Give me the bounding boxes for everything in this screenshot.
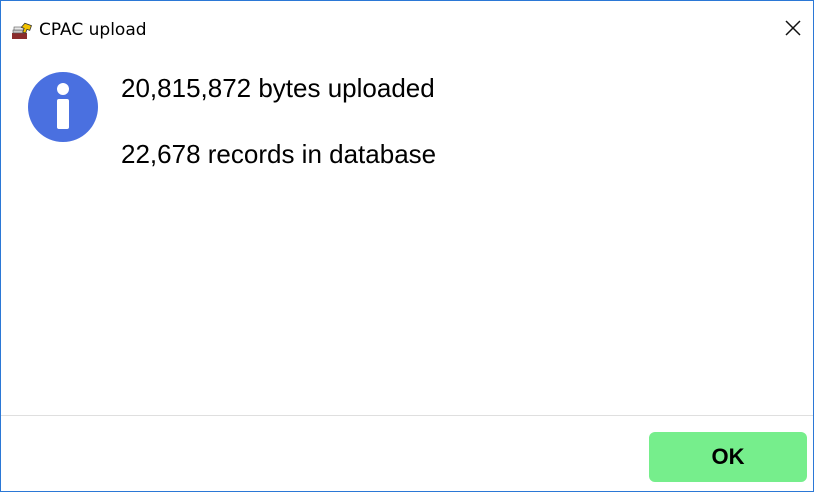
ok-button[interactable]: OK (649, 432, 807, 482)
upload-app-icon (11, 21, 33, 41)
info-icon (27, 71, 99, 143)
message-area (1, 59, 813, 415)
title-bar[interactable]: CPAC upload (1, 1, 813, 59)
window-title: CPAC upload (39, 20, 147, 40)
bytes-uploaded-text: 20,815,872 bytes uploaded (121, 73, 435, 103)
upload-dialog: CPAC upload 20,815,872 bytes uploaded 22… (0, 0, 814, 492)
close-button[interactable] (773, 9, 813, 51)
close-icon[interactable] (784, 19, 802, 42)
records-count-text: 22,678 records in database (121, 139, 437, 169)
